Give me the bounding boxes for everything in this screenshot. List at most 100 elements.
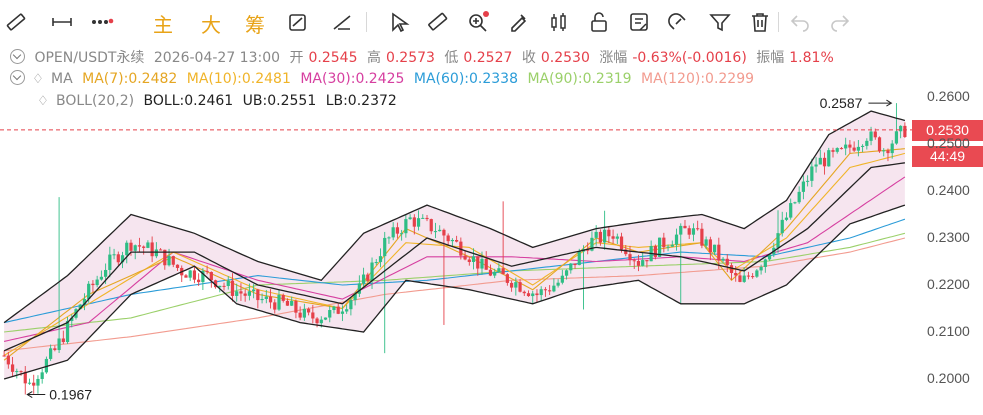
candle-body [505, 274, 509, 283]
candle-body [797, 191, 801, 203]
candle-body [476, 256, 480, 269]
more-dots-icon[interactable] [90, 10, 114, 34]
measure-icon[interactable] [330, 10, 354, 34]
grid-icon[interactable] [286, 10, 310, 34]
candle-body [273, 302, 277, 310]
candle-body [137, 245, 142, 247]
candle-body [839, 148, 844, 150]
candle-body [315, 318, 319, 324]
trash-icon[interactable] [748, 10, 772, 34]
candle-body [708, 239, 712, 253]
candle-body [281, 294, 285, 301]
toolbar-separator [778, 12, 779, 32]
candle-body [15, 371, 19, 373]
pointer-icon[interactable] [388, 10, 412, 34]
candle-body [725, 258, 729, 266]
candle-body [328, 310, 332, 318]
main-indicator-button[interactable]: 主 [153, 9, 173, 38]
candle-body [349, 300, 353, 310]
candle-body [290, 300, 294, 306]
brush-icon[interactable] [506, 10, 530, 34]
candle-body [192, 270, 197, 280]
filter-icon[interactable] [708, 10, 732, 34]
candle-body [455, 239, 459, 242]
candle-body [539, 289, 543, 296]
candle-body [691, 228, 696, 235]
candle-body [636, 260, 641, 266]
redo-icon[interactable] [828, 10, 852, 34]
note-icon[interactable] [627, 10, 651, 34]
candle-body [755, 270, 759, 277]
candle-body [65, 320, 70, 343]
lock-icon[interactable] [587, 10, 611, 34]
candle-body [158, 249, 163, 251]
candle-body [717, 244, 721, 261]
candle-body [10, 364, 15, 372]
candle-body [712, 244, 717, 253]
candle-body [108, 254, 112, 270]
candle-body [197, 279, 201, 283]
candle-body [374, 262, 378, 264]
candle-body [894, 131, 899, 144]
candle-body [91, 283, 95, 286]
candle-body [738, 275, 742, 282]
candle-body [700, 228, 704, 246]
candle-body [116, 254, 120, 263]
y-tick-label: 0.2500 [927, 135, 970, 151]
candle-body [865, 140, 869, 146]
candlestick-chart[interactable]: 0.2587 0.1967 [0, 44, 983, 415]
candle-body [543, 289, 548, 291]
candle-body [49, 348, 53, 359]
y-tick-label: 0.2100 [927, 323, 970, 339]
candle-body [471, 256, 476, 263]
high-marker-label: 0.2587 [820, 95, 863, 111]
candle-body [869, 131, 873, 141]
big-order-button[interactable]: 大 [201, 9, 221, 38]
candle-body [844, 144, 848, 149]
candle-body [433, 231, 438, 233]
ruler-tool-icon[interactable] [426, 10, 450, 34]
candle-body [311, 312, 315, 319]
magnet-icon[interactable] [667, 10, 691, 34]
ruler-icon[interactable] [4, 10, 28, 34]
candle-body [556, 282, 560, 286]
candle-body [522, 291, 526, 294]
candle-body [632, 260, 636, 262]
candle-body [222, 285, 226, 287]
candle-body [205, 270, 209, 273]
candle-body [171, 256, 175, 265]
candle-body [6, 355, 10, 365]
candle-body [450, 239, 454, 242]
candle-body [302, 308, 306, 318]
y-tick-label: 0.2000 [927, 370, 970, 386]
candle-body [239, 291, 243, 294]
candle-body [856, 146, 860, 151]
zoom-icon[interactable] [466, 10, 490, 34]
candle-body [860, 145, 865, 147]
candle-body [209, 272, 213, 281]
candle-body [831, 150, 835, 152]
candle-body [615, 236, 619, 239]
candle-body [446, 235, 450, 242]
candle-body [818, 157, 822, 165]
candle-body [129, 242, 133, 251]
candle-body [226, 280, 230, 286]
toolbar-separator [366, 12, 367, 32]
candle-body [332, 306, 336, 311]
candle-icon[interactable] [547, 10, 571, 34]
horizontal-line-icon[interactable] [50, 10, 74, 34]
candle-body [822, 157, 827, 167]
candle-body [653, 246, 657, 257]
candle-body [493, 271, 497, 276]
candle-body [235, 291, 239, 296]
chip-distribution-button[interactable]: 筹 [245, 9, 265, 38]
candle-body [438, 229, 442, 232]
candle-body [61, 338, 65, 343]
candle-body [133, 245, 137, 251]
candle-body [806, 180, 810, 182]
candle-body [886, 150, 890, 154]
undo-icon[interactable] [788, 10, 812, 34]
low-marker-label: 0.1967 [49, 387, 92, 403]
candle-body [395, 227, 400, 234]
candle-body [793, 202, 797, 204]
